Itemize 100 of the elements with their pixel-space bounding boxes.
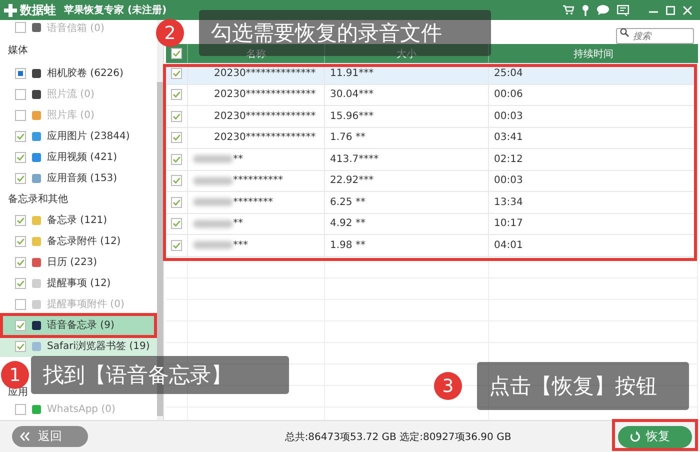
category-icon (32, 300, 41, 309)
checkbox[interactable] (15, 256, 26, 268)
table-cell: ** (233, 154, 243, 165)
item-label: Safari浏览器书签 (19) (47, 340, 150, 354)
checkbox[interactable] (15, 340, 26, 352)
category-icon (32, 90, 41, 99)
table-cell: 11.91*** (325, 63, 489, 84)
key-icon[interactable] (582, 4, 589, 16)
sidebar-item[interactable]: 相机胶卷 (6226) (0, 62, 157, 84)
category-icon (32, 152, 41, 162)
category-icon (32, 132, 41, 141)
checkbox[interactable] (171, 175, 182, 186)
maximize-icon[interactable] (666, 6, 675, 14)
checkbox[interactable] (171, 132, 182, 144)
table-row[interactable]: ******** 6.25 ** 13:34 (166, 192, 698, 214)
sidebar-item[interactable]: 日历 (223) (0, 252, 157, 273)
table-cell: 30.04*** (325, 84, 489, 105)
item-label: 应用视频 (421) (47, 150, 118, 164)
item-label: 语音备忘录 (9) (47, 318, 114, 332)
cart-icon[interactable] (563, 5, 574, 15)
table-cell: 1.76 ** (325, 128, 489, 148)
checkbox[interactable] (171, 68, 182, 79)
refresh-icon (630, 431, 640, 442)
double-chevron-icon (20, 432, 30, 441)
checkbox[interactable] (171, 89, 182, 100)
checkbox[interactable] (15, 172, 26, 184)
checkbox[interactable] (171, 110, 182, 122)
table-cell: 20230************** (214, 132, 316, 144)
category-icon (32, 258, 41, 267)
table-cell: 00:06 (489, 84, 698, 105)
checkbox[interactable] (171, 240, 182, 251)
window-title: 苹果恢复专家 (未注册) (64, 3, 167, 17)
item-label: 语音信箱 (0) (47, 22, 104, 34)
table-row[interactable]: *** 1.98 ** 04:01 (166, 235, 698, 256)
step-tooltip: 找到【语音备忘录】 (31, 356, 289, 394)
checkbox[interactable] (171, 218, 182, 230)
checkbox[interactable] (15, 68, 26, 79)
table-row[interactable]: 20230************** 15.96*** 00:03 (166, 106, 698, 128)
column-header[interactable]: 持续时间 (574, 46, 614, 60)
table-row[interactable]: ** 413.7**** 02:12 (166, 149, 698, 170)
table-row[interactable]: ********** 22.92*** 00:03 (166, 170, 698, 192)
checkbox[interactable] (15, 320, 26, 331)
monitor-icon[interactable] (617, 4, 629, 16)
table-cell: 10:17 (489, 214, 698, 234)
checkbox[interactable] (15, 278, 26, 289)
status-text: 总共:86473项53.72 GB 选定:80927项36.90 GB (284, 430, 512, 444)
category-icon (32, 68, 41, 78)
search-field[interactable]: 搜索 (616, 28, 694, 44)
item-label: 提醒事项 (12) (47, 276, 111, 290)
item-label: WhatsApp (0) (47, 404, 116, 416)
step-tooltip: 点击【恢复】按钮 (477, 362, 689, 410)
checkbox[interactable] (171, 48, 182, 59)
checkbox[interactable] (171, 154, 182, 165)
item-label: 日历 (223) (47, 256, 98, 270)
table-row[interactable]: 20230************** 30.04*** 00:06 (166, 84, 698, 106)
table-row[interactable]: 20230************** 1.76 ** 03:41 (166, 128, 698, 149)
checkbox[interactable] (15, 214, 26, 226)
app-logo: 数据蛙 (20, 2, 56, 18)
sidebar-item[interactable]: 应用音频 (153) (0, 168, 157, 189)
table-cell: 02:12 (489, 149, 698, 170)
table-cell: 20230************** (214, 89, 316, 100)
table-cell: 15.96*** (325, 106, 489, 126)
category-icon (32, 405, 41, 414)
table-cell: 25:04 (489, 63, 698, 84)
item-label: 应用图片 (23844) (47, 130, 130, 144)
category-icon (32, 342, 41, 351)
table-cell: 20230************** (214, 68, 316, 79)
table-cell: 03:41 (489, 128, 698, 148)
category-icon (32, 236, 41, 246)
checkbox[interactable] (15, 152, 26, 163)
category-icon (32, 174, 41, 183)
table-cell: ******** (233, 196, 273, 208)
item-label: 照片库 (0) (47, 108, 94, 122)
table-cell: *** (233, 240, 248, 251)
checkbox[interactable] (171, 196, 182, 208)
search-icon (620, 28, 629, 37)
item-label: 提醒事项附件 (0) (47, 298, 124, 312)
table-cell: ** (233, 218, 243, 230)
checkbox[interactable] (15, 236, 26, 247)
category-icon (32, 23, 41, 32)
table-cell: 00:03 (489, 106, 698, 126)
checkbox[interactable] (15, 130, 26, 142)
table-row[interactable]: ** 4.92 ** 10:17 (166, 214, 698, 235)
restore-button[interactable]: 恢复 (618, 426, 692, 448)
close-icon[interactable] (683, 6, 692, 14)
chat-icon[interactable] (597, 5, 609, 15)
item-label: 相机胶卷 (6226) (47, 66, 124, 80)
item-label: 备忘录 (121) (47, 214, 108, 228)
table-cell: 13:34 (489, 192, 698, 212)
sidebar-item[interactable]: 提醒事项 (12) (0, 272, 157, 294)
section-header: 媒体 (8, 44, 28, 58)
table-cell: 6.25 ** (325, 192, 489, 212)
category-icon (32, 278, 41, 288)
sidebar-item[interactable]: 应用图片 (23844) (0, 126, 157, 147)
table-cell: 04:01 (489, 235, 698, 256)
sidebar-item[interactable]: 备忘录 (121) (0, 210, 157, 231)
item-label: 应用音频 (153) (47, 172, 118, 186)
sidebar-item[interactable]: 应用视频 (421) (0, 146, 157, 168)
sidebar-item[interactable]: 备忘录附件 (12) (0, 230, 157, 252)
table-cell: 413.7**** (325, 149, 489, 170)
